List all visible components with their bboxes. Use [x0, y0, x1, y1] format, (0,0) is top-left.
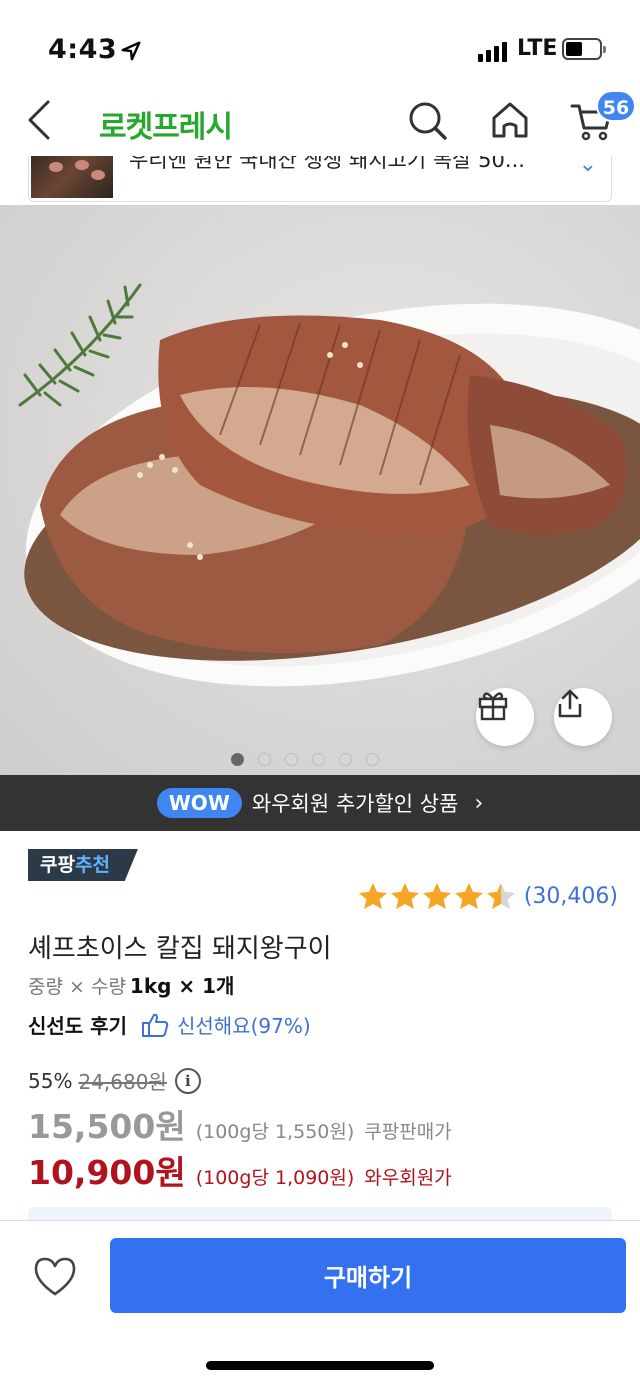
heart-icon[interactable]: [32, 1255, 78, 1299]
wow-bar-text: 와우회원 추가할인 상품: [251, 792, 459, 816]
star-icon: [358, 883, 387, 909]
freshness-value: 신선해요(97%): [176, 1014, 311, 1038]
sale-price-label: 쿠팡판매가: [364, 1121, 452, 1143]
review-count[interactable]: (30,406): [524, 884, 618, 909]
gallery-dot[interactable]: [231, 753, 244, 766]
original-price: 24,680원: [78, 1070, 167, 1094]
gift-icon: [478, 692, 508, 721]
discount-row: 55% 24,680원 i: [28, 1066, 201, 1095]
product-rating[interactable]: (30,406): [358, 882, 618, 910]
buy-button[interactable]: 구매하기: [110, 1238, 626, 1313]
star-icon: [390, 883, 419, 909]
battery-icon: [562, 38, 606, 60]
home-indicator: [206, 1361, 434, 1370]
product-image-gallery[interactable]: [0, 205, 640, 775]
gallery-dot[interactable]: [312, 753, 325, 766]
wow-price-row: 10,900원 (100g당 1,090원) 와우회원가: [28, 1146, 452, 1194]
chevron-down-icon[interactable]: ⌄: [579, 156, 597, 177]
wow-price: 10,900원: [28, 1153, 186, 1192]
rating-stars: [358, 882, 518, 910]
search-icon[interactable]: [405, 98, 449, 142]
reco-badge-prefix: 쿠팡: [40, 854, 75, 876]
thumbs-up-icon: [141, 1013, 169, 1037]
banner-thumbnail: [31, 156, 113, 198]
star-icon: [486, 883, 515, 909]
gallery-dot[interactable]: [285, 753, 298, 766]
spec-label: 중량 × 수량: [28, 976, 126, 998]
gift-button[interactable]: [476, 688, 534, 746]
app-header: 로켓프레시 56: [0, 90, 640, 156]
signal-icon: [478, 40, 507, 62]
star-icon: [454, 883, 483, 909]
status-bar: 4:43 LTE: [0, 0, 640, 90]
discount-rate: 55%: [28, 1068, 73, 1093]
coupang-recommend-badge: 쿠팡추천: [28, 849, 138, 881]
wow-unit-price: (100g당 1,090원): [195, 1167, 355, 1189]
recent-item-banner[interactable]: 우리엔 원한 국내산 생생 돼지고기 목살 50... ⌄: [28, 156, 612, 202]
product-photo: [18, 283, 640, 687]
wow-price-label: 와우회원가: [364, 1167, 452, 1189]
share-button[interactable]: [554, 688, 612, 746]
freshness-label: 신선도 후기: [28, 1014, 127, 1038]
bottom-action-bar: 구매하기: [0, 1220, 640, 1384]
gallery-dot[interactable]: [258, 753, 271, 766]
wow-member-bar[interactable]: WOW 와우회원 추가할인 상품 ›: [0, 775, 640, 831]
home-icon[interactable]: [488, 98, 532, 142]
cart-count-badge: 56: [596, 90, 636, 122]
sale-unit-price: (100g당 1,550원): [195, 1121, 355, 1143]
share-icon: [558, 689, 582, 718]
product-spec: 중량 × 수량 1kg × 1개: [28, 970, 234, 999]
gallery-dot[interactable]: [339, 753, 352, 766]
banner-text: 우리엔 원한 국내산 생생 돼지고기 목살 50...: [129, 156, 525, 172]
product-name: 셰프초이스 칼집 돼지왕구이: [28, 934, 332, 964]
spec-value: 1kg × 1개: [129, 974, 235, 998]
status-time: 4:43: [48, 34, 118, 65]
sale-price-row: 15,500원 (100g당 1,550원) 쿠팡판매가: [28, 1100, 452, 1148]
reco-badge-accent: 추천: [74, 854, 110, 876]
sale-price: 15,500원: [28, 1107, 186, 1146]
gallery-pagination: [0, 753, 640, 766]
chevron-right-icon: ›: [474, 790, 484, 816]
gallery-dot[interactable]: [366, 753, 379, 766]
back-arrow-icon[interactable]: [22, 98, 58, 142]
info-icon[interactable]: i: [174, 1067, 201, 1094]
wow-badge: WOW: [156, 788, 242, 818]
star-icon: [422, 883, 451, 909]
page-title: 로켓프레시: [99, 110, 233, 145]
location-arrow-icon: [121, 41, 141, 61]
carrier-label: LTE: [517, 36, 558, 61]
freshness-review[interactable]: 신선도 후기 신선해요(97%): [28, 1010, 311, 1039]
